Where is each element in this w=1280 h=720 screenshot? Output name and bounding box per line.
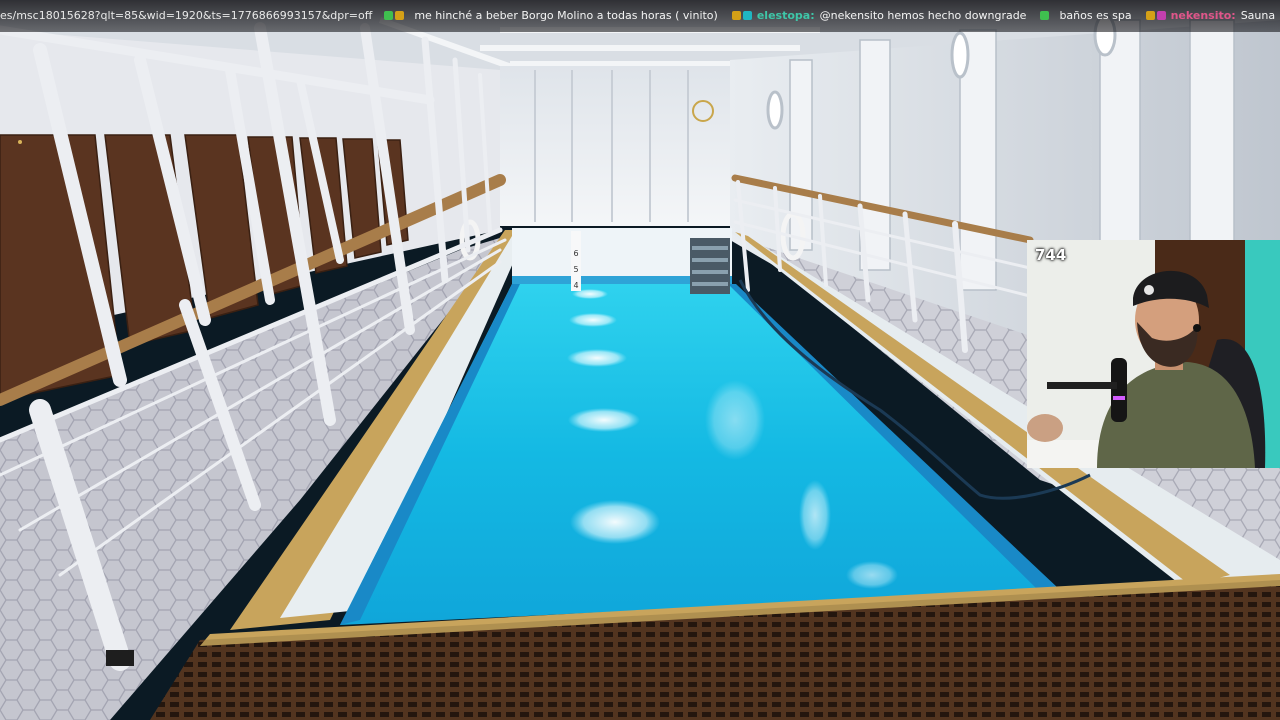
left-railing-foot — [106, 650, 134, 666]
webcam-feed — [1027, 240, 1280, 468]
lane-marker-5: 5 — [573, 265, 578, 274]
chat-text: @nekensito hemos hecho downgrade — [819, 9, 1027, 22]
chat-badges — [384, 11, 405, 20]
chat-badges — [1040, 11, 1050, 20]
chat-badge-icon — [1156, 11, 1166, 20]
chat-badge-icon — [384, 11, 394, 20]
chat-badge-icon — [395, 11, 405, 20]
chat-badges — [731, 11, 752, 20]
chat-username: nekensito: — [1170, 9, 1236, 22]
chat-ticker: es/msc18015628?qlt=85&wid=1920&ts=177686… — [0, 0, 1280, 32]
cap-logo-icon — [1144, 285, 1154, 295]
microphone-icon — [1111, 358, 1127, 422]
chat-text: baños es spa — [1059, 9, 1132, 22]
microphone-light — [1113, 396, 1125, 400]
chat-badge-icon — [731, 11, 741, 20]
pool-ladder — [690, 238, 730, 294]
chat-message: nekensito: Sauna — [1145, 9, 1276, 22]
mic-arm — [1047, 382, 1117, 389]
viewer-count: 744 — [1035, 246, 1067, 264]
chat-username: elestopa: — [756, 9, 815, 22]
streamer-hand — [1027, 414, 1063, 442]
lane-marker-6: 6 — [573, 249, 578, 258]
streamer-webcam: 744 — [1027, 240, 1280, 468]
chat-badges — [1145, 11, 1166, 20]
chat-text: me hinché a beber Borgo Molino a todas h… — [414, 9, 718, 22]
chat-text: Sauna — [1240, 9, 1276, 22]
chat-message: baños es spa — [1040, 9, 1132, 22]
chat-badge-icon — [1145, 11, 1155, 20]
chat-badge-icon — [742, 11, 752, 20]
lane-marker-4: 4 — [573, 281, 578, 290]
chat-ticker-track: es/msc18015628?qlt=85&wid=1920&ts=177686… — [0, 9, 1280, 22]
ticker-url-fragment: es/msc18015628?qlt=85&wid=1920&ts=177686… — [0, 9, 373, 22]
chat-message: elestopa: @nekensito hemos hecho downgrad… — [731, 9, 1027, 22]
cabin-door-knobs — [18, 140, 22, 144]
stream-viewport: 6 5 4 es/msc18015628?qlt=85&wid=1920&ts=… — [0, 0, 1280, 720]
earbud-icon — [1193, 324, 1201, 332]
chat-badge-icon — [1040, 11, 1050, 20]
chat-message: me hinché a beber Borgo Molino a todas h… — [384, 9, 718, 22]
